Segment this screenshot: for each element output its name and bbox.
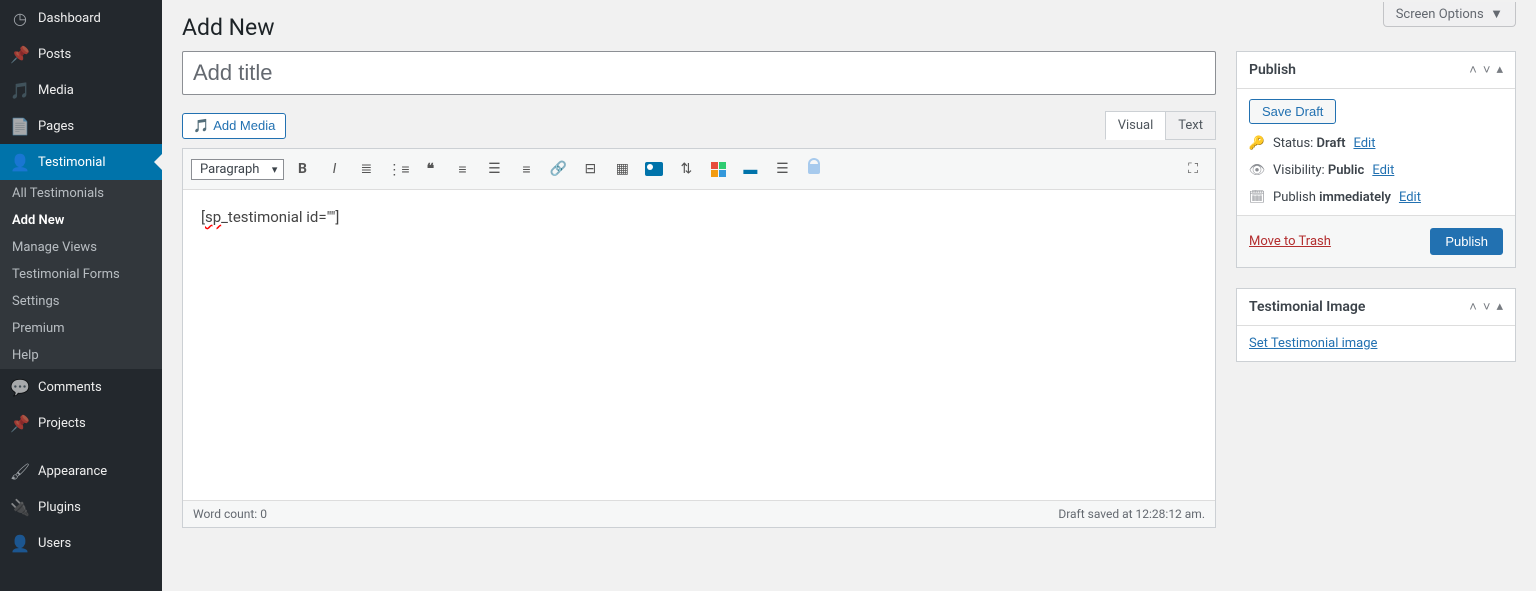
sidebar-item-label: Posts — [38, 47, 71, 62]
screen-options-button[interactable]: Screen Options ▼ — [1383, 2, 1516, 27]
edit-schedule-link[interactable]: Edit — [1399, 190, 1421, 205]
projects-icon: 📌 — [10, 413, 30, 433]
sub-item-manage-views[interactable]: Manage Views — [0, 234, 162, 261]
media-icon: 🎵 — [193, 118, 209, 134]
publish-metabox: Publish ˄ ˅ ▴ Save Draft 🔑 Status: Draft… — [1236, 51, 1516, 268]
save-draft-button[interactable]: Save Draft — [1249, 99, 1336, 124]
numbered-list-button[interactable]: ⋮≡ — [384, 155, 412, 183]
users-icon: 👤 — [10, 533, 30, 553]
sidebar-item-users[interactable]: 👤 Users — [0, 525, 162, 561]
sidebar-item-label: Plugins — [38, 500, 81, 515]
editor-box: Paragraph B I ≣ ⋮≡ ❝ ≡ ☰ ≡ 🔗 ⊟ ▦ ⇅ — [182, 148, 1216, 528]
sidebar-item-label: Projects — [38, 416, 86, 431]
sidebar-item-label: Dashboard — [38, 11, 101, 26]
color-grid-button[interactable] — [704, 155, 732, 183]
appearance-icon: 🖌 — [10, 461, 30, 481]
sidebar-item-appearance[interactable]: 🖌 Appearance — [0, 453, 162, 489]
sub-item-add-new[interactable]: Add New — [0, 207, 162, 234]
add-media-button[interactable]: 🎵 Add Media — [182, 113, 286, 139]
calendar-icon: 🗓 — [1249, 190, 1265, 205]
editor-toolbar: Paragraph B I ≣ ⋮≡ ❝ ≡ ☰ ≡ 🔗 ⊟ ▦ ⇅ — [183, 149, 1215, 190]
sub-item-testimonial-forms[interactable]: Testimonial Forms — [0, 261, 162, 288]
sub-item-help[interactable]: Help — [0, 342, 162, 369]
justify-button[interactable]: ☰ — [768, 155, 796, 183]
sidebar-item-comments[interactable]: 💬 Comments — [0, 369, 162, 405]
sub-item-settings[interactable]: Settings — [0, 288, 162, 315]
sidebar-submenu: All Testimonials Add New Manage Views Te… — [0, 180, 162, 369]
testimonial-icon: 👤 — [10, 152, 30, 172]
comments-icon: 💬 — [10, 377, 30, 397]
move-up-icon[interactable]: ˄ — [1469, 62, 1477, 78]
admin-sidebar: ◷ Dashboard 📌 Posts 🎵 Media 📄 Pages 👤 Te… — [0, 0, 162, 591]
move-down-icon[interactable]: ˅ — [1483, 62, 1491, 78]
special-char-button[interactable]: ⇅ — [672, 155, 700, 183]
align-left-button[interactable]: ≡ — [448, 155, 476, 183]
status-label: Status: Draft — [1273, 136, 1345, 151]
sidebar-item-label: Testimonial — [38, 155, 106, 170]
page-title: Add New — [182, 0, 1516, 51]
format-select-label: Paragraph — [200, 162, 259, 177]
sidebar-item-projects[interactable]: 📌 Projects — [0, 405, 162, 441]
align-center-button[interactable]: ☰ — [480, 155, 508, 183]
tab-visual[interactable]: Visual — [1105, 111, 1167, 140]
sidebar-item-dashboard[interactable]: ◷ Dashboard — [0, 0, 162, 36]
pin-icon: 📌 — [10, 44, 30, 64]
readmore-button[interactable]: ⊟ — [576, 155, 604, 183]
lock-button[interactable] — [800, 155, 828, 183]
image-box-title: Testimonial Image — [1249, 299, 1365, 315]
testimonial-image-metabox: Testimonial Image ˄ ˅ ▴ Set Testimonial … — [1236, 288, 1516, 362]
sidebar-item-media[interactable]: 🎵 Media — [0, 72, 162, 108]
main-content: Screen Options ▼ Add New 🎵 Add Media Vis… — [162, 0, 1536, 591]
plugins-icon: 🔌 — [10, 497, 30, 517]
sub-item-all-testimonials[interactable]: All Testimonials — [0, 180, 162, 207]
editor-textarea[interactable]: [sp_testimonial id=""] — [183, 190, 1215, 500]
blockquote-button[interactable]: ❝ — [416, 155, 444, 183]
sidebar-item-pages[interactable]: 📄 Pages — [0, 108, 162, 144]
sidebar-item-label: Pages — [38, 119, 74, 134]
sidebar-item-plugins[interactable]: 🔌 Plugins — [0, 489, 162, 525]
add-media-label: Add Media — [213, 118, 275, 133]
italic-button[interactable]: I — [320, 155, 348, 183]
format-select[interactable]: Paragraph — [191, 159, 284, 180]
sidebar-item-testimonial[interactable]: 👤 Testimonial — [0, 144, 162, 180]
screen-options-label: Screen Options — [1396, 7, 1484, 22]
pages-icon: 📄 — [10, 116, 30, 136]
bold-button[interactable]: B — [288, 155, 316, 183]
toolbar-toggle-button[interactable]: ▦ — [608, 155, 636, 183]
insert-image-button[interactable] — [640, 155, 668, 183]
sidebar-item-label: Media — [38, 83, 74, 98]
hr-button[interactable]: ▬ — [736, 155, 764, 183]
title-input[interactable] — [182, 51, 1216, 95]
collapse-icon[interactable]: ▴ — [1496, 299, 1503, 315]
draft-saved-status: Draft saved at 12:28:12 am. — [1058, 507, 1205, 521]
move-to-trash-link[interactable]: Move to Trash — [1249, 234, 1331, 249]
fullscreen-button[interactable]: ⛶ — [1179, 155, 1207, 183]
move-up-icon[interactable]: ˄ — [1469, 299, 1477, 315]
tab-text[interactable]: Text — [1165, 111, 1216, 140]
sub-item-premium[interactable]: Premium — [0, 315, 162, 342]
key-icon: 🔑 — [1249, 136, 1265, 151]
sidebar-item-label: Users — [38, 536, 71, 551]
publish-title: Publish — [1249, 62, 1296, 78]
schedule-label: Publish immediately — [1273, 190, 1391, 205]
sidebar-item-label: Comments — [38, 380, 102, 395]
publish-button[interactable]: Publish — [1430, 228, 1503, 255]
word-count: Word count: 0 — [193, 507, 267, 521]
align-right-button[interactable]: ≡ — [512, 155, 540, 183]
edit-visibility-link[interactable]: Edit — [1372, 163, 1394, 178]
bullet-list-button[interactable]: ≣ — [352, 155, 380, 183]
visibility-label: Visibility: Public — [1273, 163, 1364, 178]
dashboard-icon: ◷ — [10, 8, 30, 28]
media-icon: 🎵 — [10, 80, 30, 100]
set-testimonial-image-link[interactable]: Set Testimonial image — [1249, 336, 1377, 351]
editor-content: [sp_testimonial id=""] — [201, 208, 339, 226]
eye-icon: 👁 — [1249, 163, 1265, 178]
collapse-icon[interactable]: ▴ — [1496, 62, 1503, 78]
edit-status-link[interactable]: Edit — [1353, 136, 1375, 151]
sidebar-item-posts[interactable]: 📌 Posts — [0, 36, 162, 72]
move-down-icon[interactable]: ˅ — [1483, 299, 1491, 315]
sidebar-item-label: Appearance — [38, 464, 107, 479]
link-button[interactable]: 🔗 — [544, 155, 572, 183]
